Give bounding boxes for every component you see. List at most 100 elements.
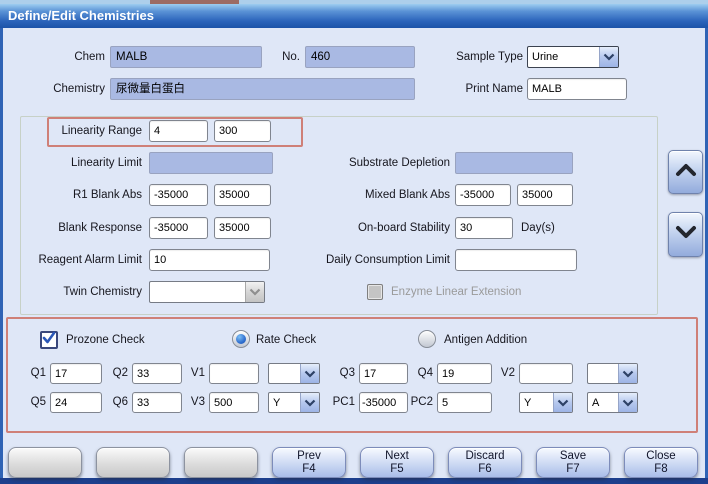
sample-type-dropdown[interactable]: Urine bbox=[527, 46, 619, 68]
prev-button[interactable]: Prev F4 bbox=[272, 447, 346, 478]
r1-blank-abs-label: R1 Blank Abs bbox=[18, 184, 142, 206]
button-label: Save bbox=[560, 450, 586, 463]
linearity-limit-field bbox=[149, 152, 273, 174]
button-label: Next bbox=[385, 450, 409, 463]
chevron-down-icon[interactable] bbox=[618, 393, 637, 412]
pc2-input[interactable] bbox=[437, 392, 492, 413]
v3-input[interactable] bbox=[209, 392, 259, 413]
chevron-down-icon[interactable] bbox=[553, 393, 572, 412]
pc-flag2-value: A bbox=[588, 393, 618, 412]
no-label: No. bbox=[262, 46, 300, 68]
q3-input[interactable] bbox=[359, 363, 408, 384]
blank-response-label: Blank Response bbox=[18, 217, 142, 239]
no-field: 460 bbox=[305, 46, 415, 68]
r1-blank-abs-low-input[interactable] bbox=[149, 184, 208, 206]
button-label: Discard bbox=[466, 450, 505, 463]
v3-label: V3 bbox=[184, 392, 205, 413]
q3-label: Q3 bbox=[331, 363, 355, 384]
antigen-addition-radio[interactable] bbox=[418, 330, 436, 348]
mixed-blank-abs-low-input[interactable] bbox=[455, 184, 511, 206]
twin-chemistry-label: Twin Chemistry bbox=[18, 281, 142, 303]
pc-flag1-value: Y bbox=[520, 393, 553, 412]
twin-chemistry-value bbox=[150, 282, 245, 302]
window-border bbox=[0, 478, 708, 484]
scroll-down-button[interactable] bbox=[668, 212, 703, 257]
daily-consumption-limit-input[interactable] bbox=[455, 249, 577, 271]
linearity-range-low-input[interactable] bbox=[149, 120, 208, 142]
v3-flag-value: Y bbox=[269, 393, 300, 412]
discard-button[interactable]: Discard F6 bbox=[448, 447, 522, 478]
blank-button-1 bbox=[8, 447, 82, 478]
mixed-blank-abs-high-input[interactable] bbox=[517, 184, 573, 206]
q6-input[interactable] bbox=[132, 392, 182, 413]
chem-label: Chem bbox=[20, 46, 105, 68]
onboard-stability-input[interactable] bbox=[455, 217, 513, 239]
rate-check-radio[interactable] bbox=[232, 330, 250, 348]
chevron-down-icon[interactable] bbox=[300, 364, 319, 383]
reagent-alarm-limit-input[interactable] bbox=[149, 249, 270, 271]
substrate-depletion-label: Substrate Depletion bbox=[322, 152, 450, 174]
v2-flag-dropdown[interactable] bbox=[587, 363, 638, 384]
enzyme-linear-extension-label: Enzyme Linear Extension bbox=[391, 281, 551, 303]
dialog-titlebar: Define/Edit Chemistries bbox=[0, 4, 708, 28]
define-edit-chemistries-dialog: Define/Edit Chemistries Chem MALB No. 46… bbox=[0, 0, 708, 484]
reagent-alarm-limit-label: Reagent Alarm Limit bbox=[8, 249, 142, 271]
v1-flag-value bbox=[269, 364, 300, 383]
q2-input[interactable] bbox=[132, 363, 182, 384]
v1-input[interactable] bbox=[209, 363, 259, 384]
r1-blank-abs-high-input[interactable] bbox=[214, 184, 271, 206]
substrate-depletion-field bbox=[455, 152, 573, 174]
sample-type-value: Urine bbox=[528, 47, 599, 67]
pc-flag2-dropdown[interactable]: A bbox=[587, 392, 638, 413]
save-button[interactable]: Save F7 bbox=[536, 447, 610, 478]
pc1-input[interactable] bbox=[359, 392, 408, 413]
q1-label: Q1 bbox=[22, 363, 46, 384]
chemistry-field: 尿微量白蛋白 bbox=[110, 78, 415, 100]
mixed-blank-abs-label: Mixed Blank Abs bbox=[322, 184, 450, 206]
next-button[interactable]: Next F5 bbox=[360, 447, 434, 478]
checkmark-icon bbox=[42, 331, 56, 350]
blank-response-high-input[interactable] bbox=[214, 217, 271, 239]
window-border bbox=[0, 28, 3, 484]
sample-type-label: Sample Type bbox=[430, 46, 523, 68]
v2-input[interactable] bbox=[519, 363, 573, 384]
chevron-down-icon bbox=[245, 282, 264, 302]
daily-consumption-limit-label: Daily Consumption Limit bbox=[300, 249, 450, 271]
button-key: F5 bbox=[390, 463, 403, 476]
prozone-check-checkbox[interactable] bbox=[40, 331, 58, 349]
close-button[interactable]: Close F8 bbox=[624, 447, 698, 478]
rate-check-label: Rate Check bbox=[256, 329, 346, 351]
chevron-down-icon[interactable] bbox=[599, 47, 618, 67]
q2-label: Q2 bbox=[104, 363, 128, 384]
chemistry-label: Chemistry bbox=[20, 78, 105, 100]
v1-label: V1 bbox=[184, 363, 205, 384]
button-key: F7 bbox=[566, 463, 579, 476]
scroll-up-button[interactable] bbox=[668, 150, 703, 194]
chem-field: MALB bbox=[110, 46, 262, 68]
antigen-addition-label: Antigen Addition bbox=[444, 329, 564, 351]
chevron-down-icon[interactable] bbox=[300, 393, 319, 412]
pc2-label: PC2 bbox=[405, 392, 433, 413]
q5-input[interactable] bbox=[50, 392, 102, 413]
q5-label: Q5 bbox=[22, 392, 46, 413]
linearity-range-label: Linearity Range bbox=[18, 120, 142, 142]
v1-flag-dropdown[interactable] bbox=[268, 363, 320, 384]
chevron-down-icon[interactable] bbox=[618, 364, 637, 383]
linearity-limit-label: Linearity Limit bbox=[18, 152, 142, 174]
onboard-stability-unit: Day(s) bbox=[521, 217, 571, 239]
blank-response-low-input[interactable] bbox=[149, 217, 208, 239]
v2-flag-value bbox=[588, 364, 618, 383]
twin-chemistry-dropdown bbox=[149, 281, 265, 303]
print-name-input[interactable] bbox=[527, 78, 627, 100]
q4-input[interactable] bbox=[437, 363, 492, 384]
q1-input[interactable] bbox=[50, 363, 102, 384]
q4-label: Q4 bbox=[409, 363, 433, 384]
radio-dot bbox=[236, 334, 246, 344]
prozone-check-label: Prozone Check bbox=[66, 329, 176, 351]
button-label: Close bbox=[646, 450, 675, 463]
pc-flag1-dropdown[interactable]: Y bbox=[519, 392, 573, 413]
v3-flag-dropdown[interactable]: Y bbox=[268, 392, 320, 413]
linearity-range-high-input[interactable] bbox=[214, 120, 271, 142]
button-key: F6 bbox=[478, 463, 491, 476]
button-key: F4 bbox=[302, 463, 315, 476]
